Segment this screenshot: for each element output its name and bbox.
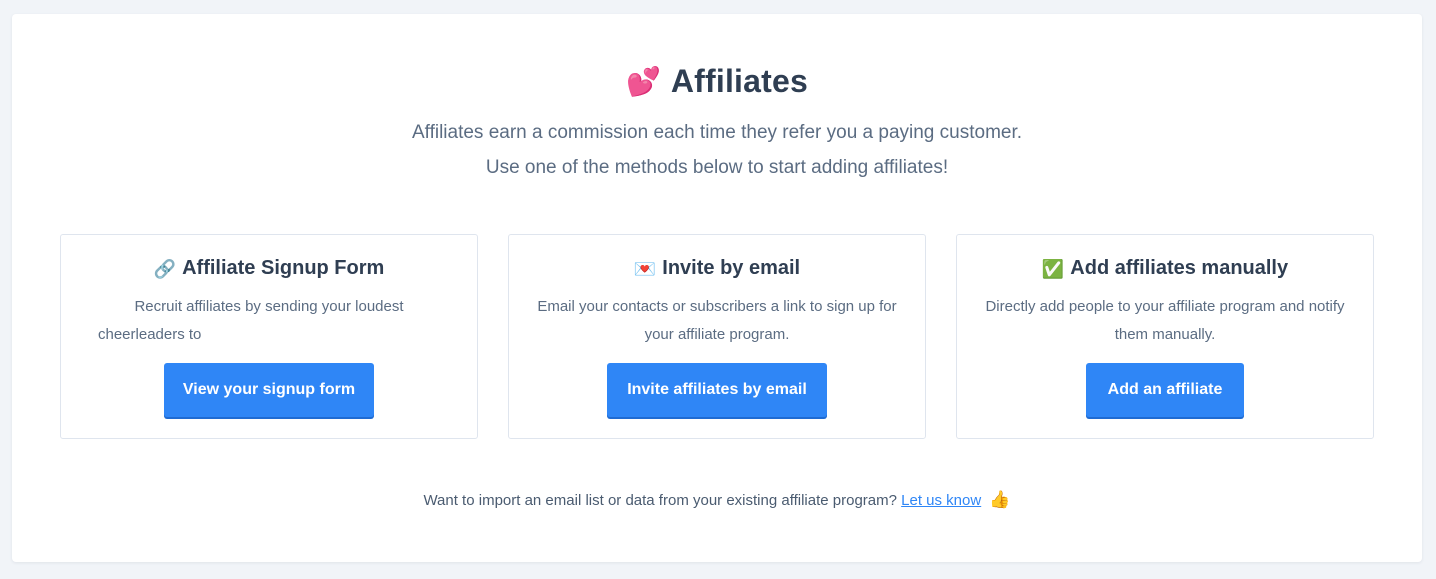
- card-title-text: Invite by email: [662, 257, 801, 279]
- subtitle-line-1: Affiliates earn a commission each time t…: [411, 122, 1023, 143]
- thumbs-up-icon: 👍: [989, 490, 1011, 509]
- subtitle-line-2: Use one of the methods below to start ad…: [485, 157, 949, 178]
- card-title: ✅ Add affiliates manually: [957, 257, 1373, 280]
- card-description-line-2: cheerleaders to: [98, 326, 202, 343]
- check-mark-icon: ✅: [1041, 258, 1065, 279]
- add-affiliate-button[interactable]: Add an affiliate: [1086, 363, 1244, 417]
- card-description: Recruit affiliates by sending your loude…: [98, 293, 453, 349]
- invite-by-email-card: 💌 Invite by email Email your contacts or…: [508, 234, 926, 439]
- card-title-text: Affiliate Signup Form: [182, 257, 385, 279]
- card-description-line-1: Recruit affiliates by sending your loude…: [134, 298, 404, 315]
- two-hearts-icon: 💕: [625, 65, 661, 97]
- footer-text: Want to import an email list or data fro…: [423, 492, 897, 509]
- page-title: 💕 Affiliates: [12, 63, 1422, 100]
- page-title-text: Affiliates: [670, 63, 808, 99]
- link-icon: 🔗: [153, 258, 177, 279]
- affiliates-panel: 💕 Affiliates Affiliates earn a commissio…: [12, 14, 1422, 562]
- redacted-link: [206, 329, 326, 339]
- view-signup-form-button[interactable]: View your signup form: [164, 363, 374, 417]
- card-description: Directly add people to your affiliate pr…: [985, 298, 1345, 343]
- invite-affiliates-button[interactable]: Invite affiliates by email: [607, 363, 827, 417]
- love-letter-icon: 💌: [633, 258, 657, 279]
- card-title: 🔗 Affiliate Signup Form: [61, 257, 477, 280]
- add-manually-card: ✅ Add affiliates manually Directly add p…: [956, 234, 1374, 439]
- card-title: 💌 Invite by email: [509, 257, 925, 280]
- signup-form-card: 🔗 Affiliate Signup Form Recruit affiliat…: [60, 234, 478, 439]
- card-title-text: Add affiliates manually: [1070, 257, 1289, 279]
- import-footer: Want to import an email list or data fro…: [12, 490, 1422, 510]
- let-us-know-link[interactable]: Let us know: [901, 492, 981, 509]
- card-description: Email your contacts or subscribers a lin…: [537, 298, 897, 343]
